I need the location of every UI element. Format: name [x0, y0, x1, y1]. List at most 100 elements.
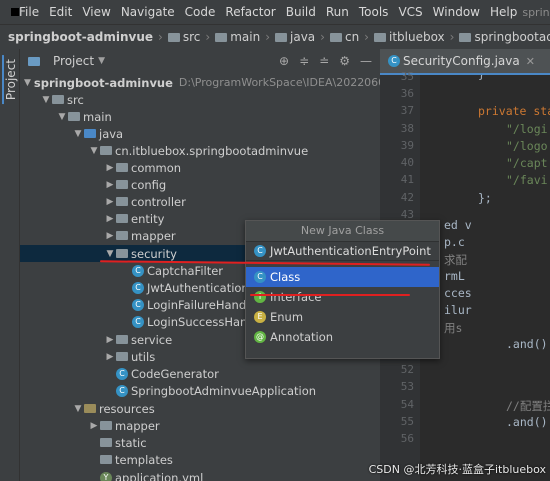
line-number: 54 [400, 398, 414, 411]
menu-run[interactable]: Run [321, 5, 354, 19]
menu-vcs[interactable]: VCS [393, 5, 427, 19]
code-line: 求配 [444, 253, 467, 267]
breadcrumb-separator-icon: › [265, 30, 270, 44]
kind-option-annotation[interactable]: @ Annotation [246, 327, 439, 347]
line-number: 37 [400, 104, 414, 117]
menu-edit[interactable]: Edit [44, 5, 77, 19]
tree-label-root: springboot-adminvue [33, 75, 173, 90]
tree-row-config[interactable]: ▶ config [20, 176, 380, 193]
kind-option-label: Annotation [270, 330, 334, 344]
chevron-right-icon[interactable]: ▶ [104, 214, 116, 224]
kind-option-interface[interactable]: I Interface [246, 287, 439, 307]
breadcrumb-project[interactable]: springboot-adminvue [0, 30, 156, 44]
breadcrumb-cn[interactable]: cn [327, 30, 362, 44]
chevron-right-icon[interactable]: ▶ [104, 197, 116, 207]
breadcrumb-main-label: main [230, 30, 261, 44]
package-icon [116, 352, 128, 361]
tree-row-code-generator[interactable]: C CodeGenerator [20, 365, 380, 382]
menu-window[interactable]: Window [428, 5, 485, 19]
folder-icon [215, 33, 228, 42]
project-panel-header: Project ▼ ⊕ ≑ ≐ ⚙ — [20, 49, 380, 73]
chevron-right-icon[interactable]: ▶ [104, 163, 116, 173]
chevron-down-icon[interactable]: ▼ [24, 78, 31, 88]
chevron-down-icon[interactable]: ▼ [72, 129, 84, 139]
tree-row-java[interactable]: ▼ java [20, 125, 380, 142]
chevron-right-icon[interactable]: ▶ [104, 335, 116, 345]
hide-icon[interactable]: — [360, 54, 372, 68]
chevron-down-icon[interactable]: ▼ [104, 249, 116, 259]
class-icon: C [132, 264, 144, 277]
locate-icon[interactable]: ⊕ [279, 54, 289, 68]
menu-refactor[interactable]: Refactor [220, 5, 280, 19]
code-line: ed v [444, 218, 472, 232]
folder-icon [167, 33, 180, 42]
tree-label-code-generator: CodeGenerator [131, 366, 219, 381]
kind-option-label: Class [270, 270, 301, 284]
code-line: //配置拦 [506, 399, 550, 413]
folder-icon [68, 112, 80, 121]
collapse-icon[interactable]: ≐ [319, 54, 329, 68]
code-line: "/favi [506, 173, 548, 187]
gear-icon[interactable]: ⚙ [339, 54, 350, 68]
chevron-down-icon[interactable]: ▼ [98, 56, 105, 66]
chevron-right-icon[interactable]: ▶ [104, 231, 116, 241]
breadcrumb-itbluebox[interactable]: itbluebox [371, 30, 448, 44]
menu-help[interactable]: Help [485, 5, 522, 19]
tree-label-captcha: CaptchaFilter [147, 263, 224, 278]
tree-row-root[interactable]: ▼ springboot-adminvue D:\ProgramWorkSpac… [20, 74, 380, 91]
package-icon [373, 33, 386, 42]
tree-label-security: security [131, 246, 177, 261]
package-icon [116, 249, 128, 258]
chevron-down-icon[interactable]: ▼ [72, 404, 84, 414]
tree-row-package[interactable]: ▼ cn.itbluebox.springbootadminvue [20, 142, 380, 159]
tree-row-application-class[interactable]: C SpringbootAdminvueApplication [20, 382, 380, 399]
tree-row-resources[interactable]: ▼ resources [20, 400, 380, 417]
chevron-right-icon[interactable]: ▶ [104, 352, 116, 362]
breadcrumb-separator-icon: › [320, 30, 325, 44]
chevron-down-icon[interactable]: ▼ [88, 146, 100, 156]
expand-icon[interactable]: ≑ [299, 54, 309, 68]
kind-option-class[interactable]: C Class [246, 267, 439, 287]
breadcrumb-java[interactable]: java [272, 30, 318, 44]
line-number: 42 [400, 191, 414, 204]
project-view-title[interactable]: Project [53, 54, 94, 68]
tree-row-common[interactable]: ▶ common [20, 159, 380, 176]
enum-icon: E [254, 311, 266, 323]
menu-view[interactable]: View [77, 5, 115, 19]
menu-build[interactable]: Build [281, 5, 321, 19]
package-icon [116, 180, 128, 189]
line-number: 53 [400, 380, 414, 393]
code-line: p.c [444, 235, 465, 249]
chevron-down-icon[interactable]: ▼ [40, 95, 52, 105]
class-name-value: JwtAuthenticationEntryPoint [270, 244, 431, 258]
breadcrumb-src[interactable]: src [165, 30, 204, 44]
window-title: springboo [522, 5, 550, 19]
tree-row-static[interactable]: static [20, 434, 380, 451]
tree-row-templates[interactable]: templates [20, 451, 380, 468]
project-tool-window-button[interactable]: Project [2, 55, 18, 105]
close-icon[interactable]: ✕ [526, 55, 535, 68]
breadcrumb-springbootadminvue[interactable]: springbootadminvue [456, 30, 550, 44]
folder-icon [100, 455, 112, 464]
chevron-right-icon[interactable]: ▶ [104, 180, 116, 190]
class-name-input[interactable]: C JwtAuthenticationEntryPoint [246, 242, 439, 261]
tree-row-src[interactable]: ▼ src [20, 91, 380, 108]
menu-code[interactable]: Code [180, 5, 221, 19]
dialog-title: New Java Class [246, 221, 439, 242]
class-icon: C [254, 271, 266, 283]
tree-row-application-yml[interactable]: Y application.yml [20, 469, 380, 481]
kind-option-label: Interface [270, 290, 322, 304]
chevron-right-icon[interactable]: ▶ [88, 421, 100, 431]
line-number: 56 [400, 432, 414, 445]
tree-row-controller[interactable]: ▶ controller [20, 193, 380, 210]
tree-row-main[interactable]: ▼ main [20, 108, 380, 125]
tree-label-mapper: mapper [131, 228, 176, 243]
tree-label-login-failure: LoginFailureHandle [147, 297, 257, 312]
kind-option-enum[interactable]: E Enum [246, 307, 439, 327]
menu-navigate[interactable]: Navigate [116, 5, 180, 19]
chevron-down-icon[interactable]: ▼ [56, 112, 68, 122]
menu-tools[interactable]: Tools [354, 5, 394, 19]
tree-row-res-mapper[interactable]: ▶ mapper [20, 417, 380, 434]
breadcrumb-main[interactable]: main [212, 30, 263, 44]
watermark: CSDN @北芳科技·蓝盒子itbluebox [368, 463, 546, 476]
